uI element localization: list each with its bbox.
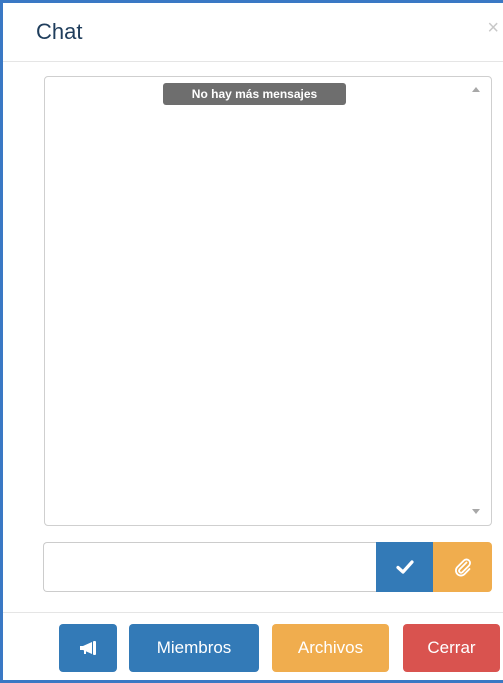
paperclip-icon [454,558,471,577]
scroll-down-arrow-icon[interactable] [472,509,480,514]
send-button[interactable] [376,542,433,592]
members-button[interactable]: Miembros [129,624,259,672]
no-more-messages-badge: No hay más mensajes [163,83,346,105]
footer-divider [3,612,503,613]
close-icon[interactable]: × [487,18,499,38]
announce-button[interactable] [59,624,117,672]
megaphone-icon [80,641,96,655]
files-button[interactable]: Archivos [272,624,389,672]
message-composer [43,542,492,592]
message-list[interactable] [44,76,492,526]
dialog-title: Chat [36,19,83,44]
check-icon [395,560,414,574]
scroll-up-arrow-icon[interactable] [472,87,480,92]
header-divider [3,61,503,62]
attach-file-button[interactable] [433,542,492,592]
close-button[interactable]: Cerrar [403,624,500,672]
message-input[interactable] [43,542,377,592]
